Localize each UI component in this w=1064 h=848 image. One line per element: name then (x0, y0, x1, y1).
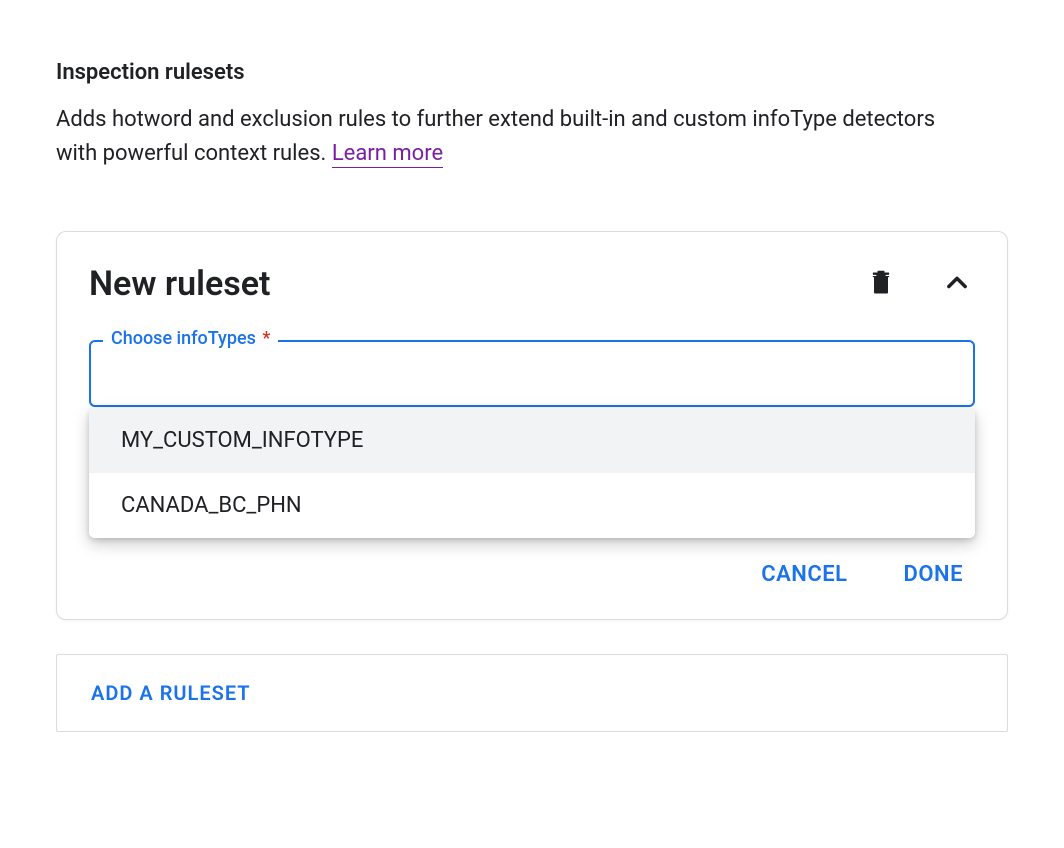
dropdown-option[interactable]: MY_CUSTOM_INFOTYPE (89, 408, 975, 473)
section-title: Inspection rulesets (56, 60, 1008, 85)
infotype-dropdown: MY_CUSTOM_INFOTYPE CANADA_BC_PHN (89, 408, 975, 538)
done-button[interactable]: DONE (904, 562, 963, 587)
infotype-input-label: Choose infoTypes * (103, 328, 278, 349)
collapse-button[interactable] (939, 266, 975, 302)
card-title: New ruleset (89, 264, 270, 304)
chevron-up-icon (943, 269, 971, 300)
section-description: Adds hotword and exclusion rules to furt… (56, 103, 956, 171)
infotype-input[interactable] (89, 340, 975, 407)
infotype-input-wrapper: Choose infoTypes * MY_CUSTOM_INFOTYPE CA… (89, 340, 975, 407)
card-header-actions (863, 266, 975, 302)
trash-icon (867, 269, 895, 300)
new-ruleset-card: New ruleset (56, 231, 1008, 620)
required-asterisk: * (262, 328, 270, 349)
card-header: New ruleset (89, 264, 975, 304)
description-text: Adds hotword and exclusion rules to furt… (56, 107, 935, 166)
dropdown-option[interactable]: CANADA_BC_PHN (89, 473, 975, 538)
label-text: Choose infoTypes (111, 328, 256, 349)
learn-more-link[interactable]: Learn more (332, 141, 443, 168)
add-ruleset-card: ADD A RULESET (56, 654, 1008, 732)
inspection-rulesets-section: Inspection rulesets Adds hotword and exc… (56, 60, 1008, 732)
card-actions: CANCEL DONE (89, 562, 975, 587)
add-ruleset-button[interactable]: ADD A RULESET (91, 681, 251, 705)
cancel-button[interactable]: CANCEL (761, 562, 847, 587)
delete-button[interactable] (863, 266, 899, 302)
